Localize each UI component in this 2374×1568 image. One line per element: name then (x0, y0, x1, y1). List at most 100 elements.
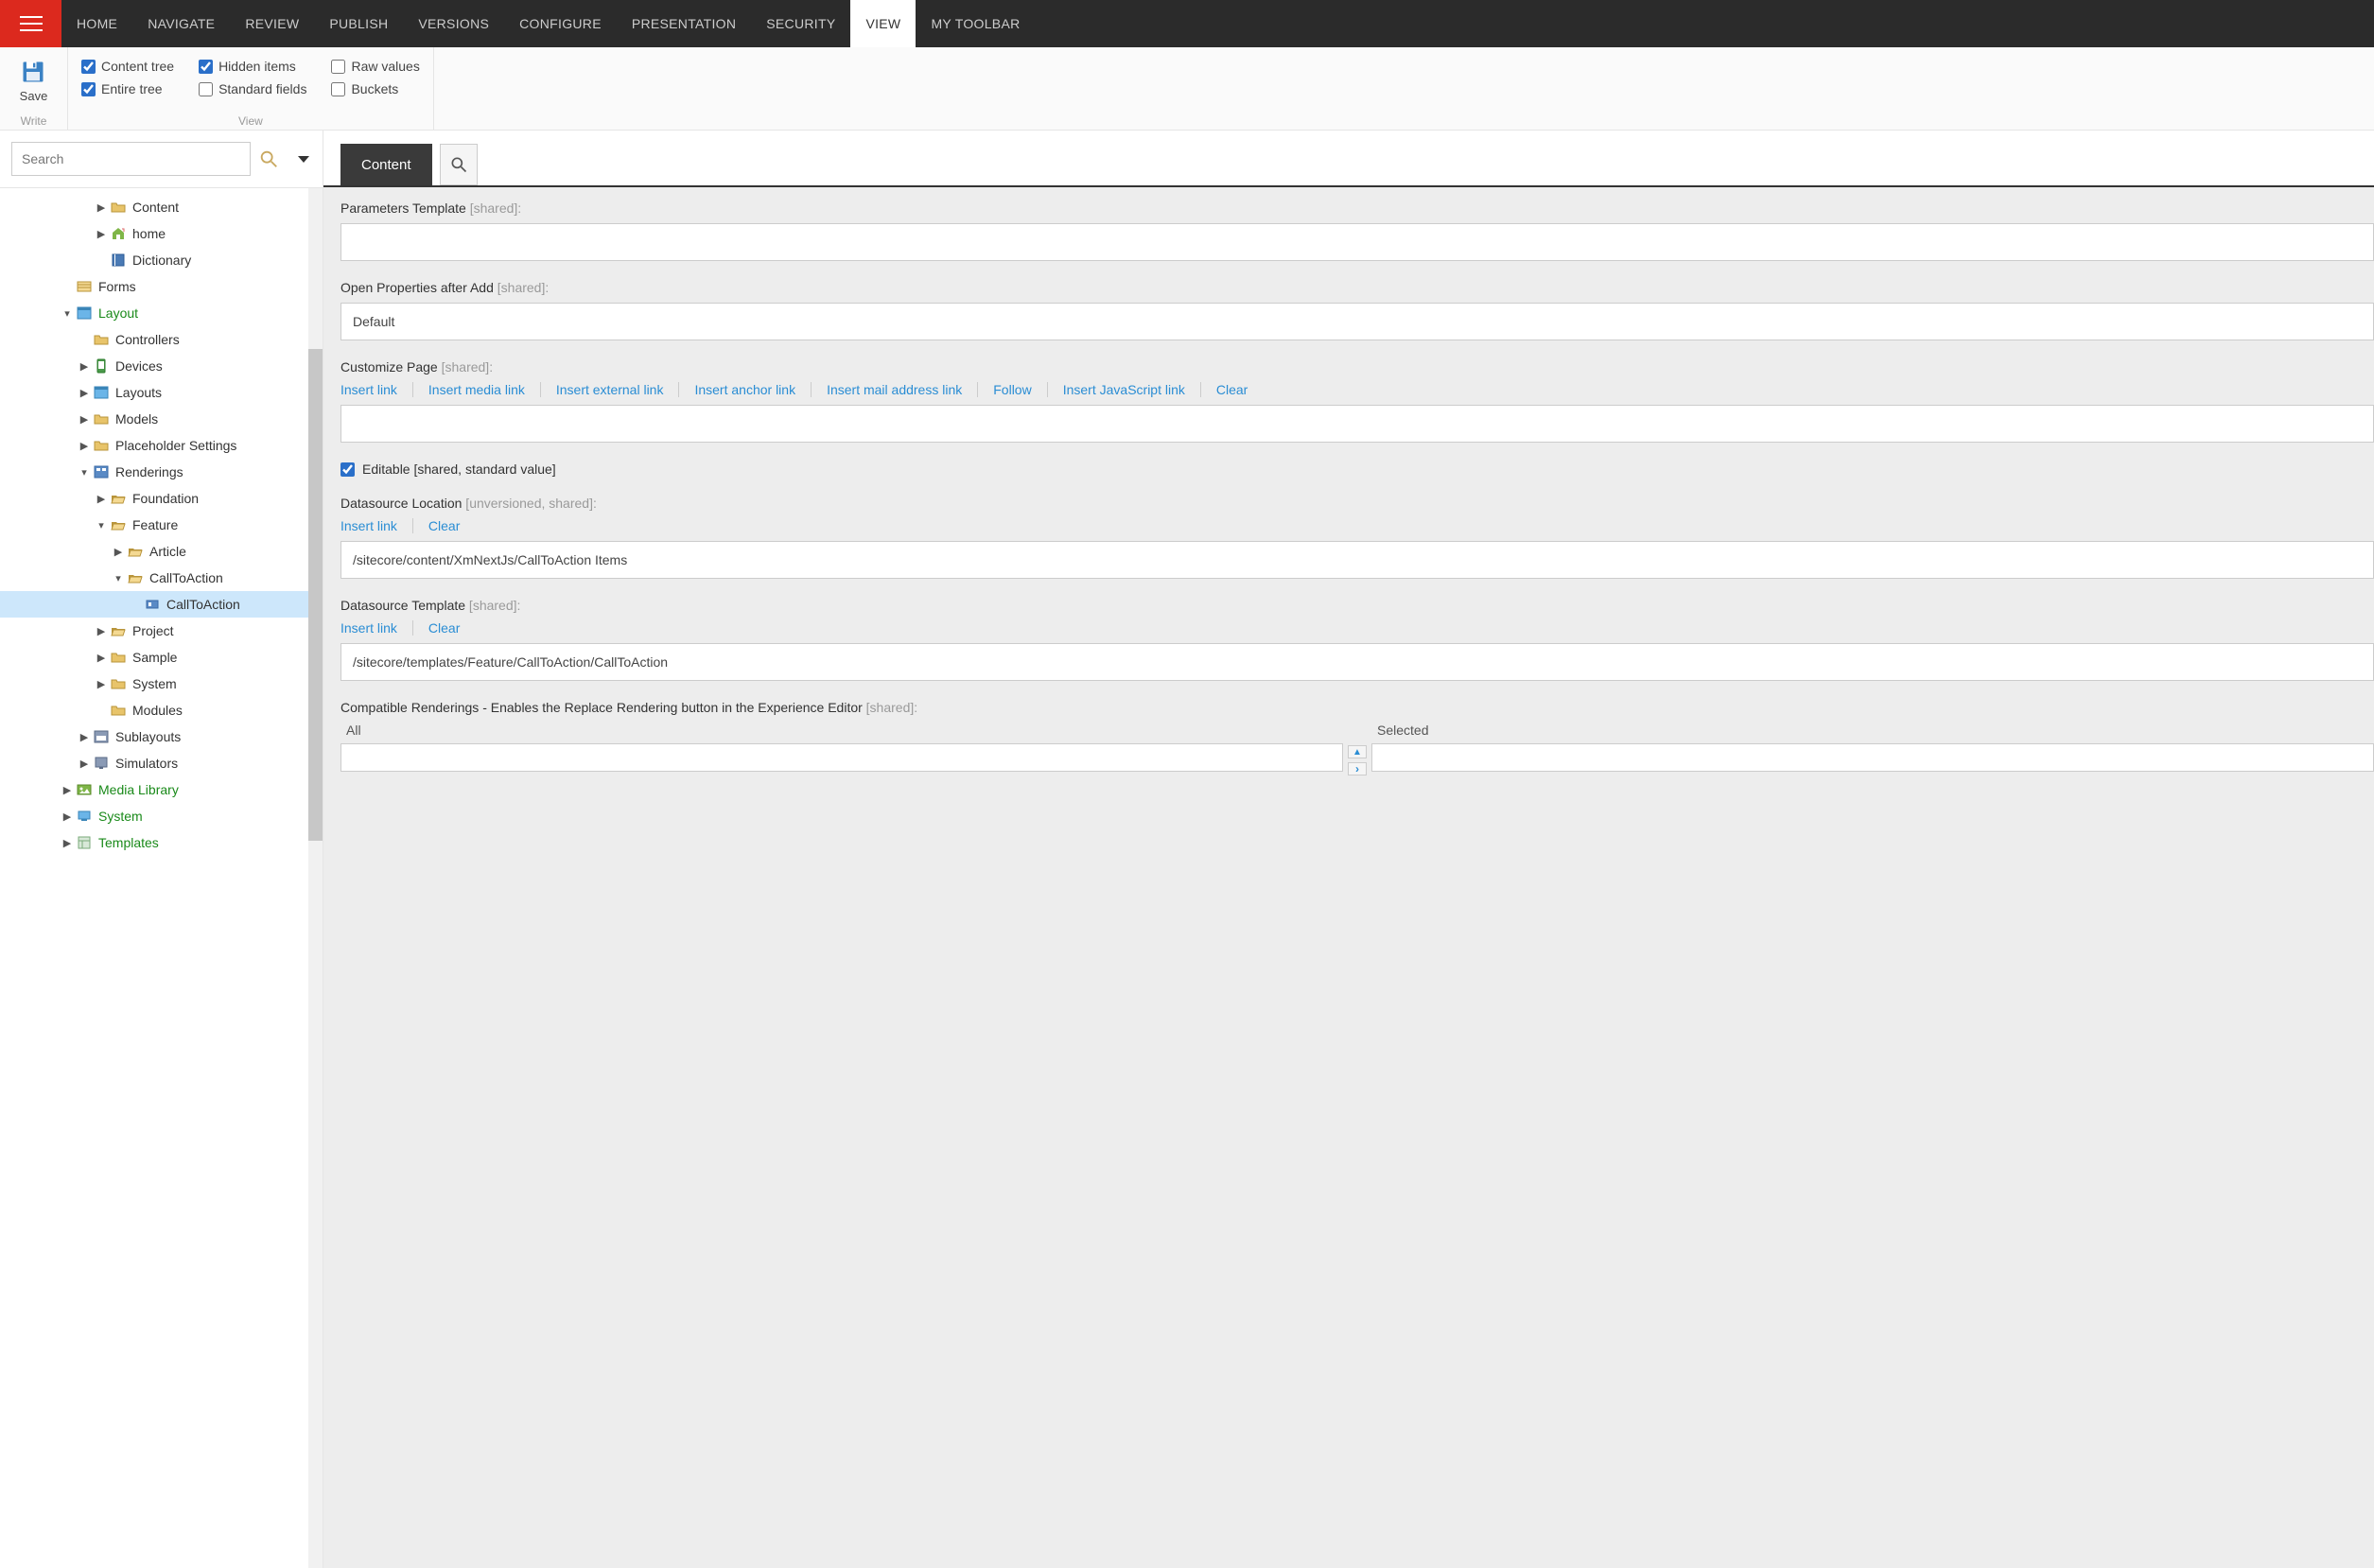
tree-item-templates[interactable]: ▶Templates (0, 829, 323, 856)
tree-item-placeholder-settings[interactable]: ▶Placeholder Settings (0, 432, 323, 459)
customize-page-input[interactable] (340, 405, 2374, 443)
tab-presentation[interactable]: PRESENTATION (617, 0, 751, 47)
tree-item-content[interactable]: ▶Content (0, 194, 323, 220)
tree-item-sublayouts[interactable]: ▶Sublayouts (0, 723, 323, 750)
tree-scrollbar-thumb[interactable] (308, 349, 323, 841)
open-properties-select[interactable]: Default (340, 303, 2374, 340)
tree-item-controllers[interactable]: Controllers (0, 326, 323, 353)
compat-selected-list[interactable] (1371, 743, 2374, 772)
datasource-location-insert-link-link[interactable]: Insert link (340, 518, 413, 533)
datasource-location-input[interactable]: /sitecore/content/XmNextJs/CallToAction … (340, 541, 2374, 579)
tab-navigate[interactable]: NAVIGATE (132, 0, 230, 47)
tree-item-label: System (132, 676, 177, 691)
compat-move-right-button[interactable]: › (1348, 762, 1367, 775)
tree-twisty[interactable]: ▶ (61, 784, 74, 796)
datasource-location-clear-link[interactable]: Clear (413, 518, 475, 533)
tab-security[interactable]: SECURITY (751, 0, 850, 47)
compat-all-list[interactable] (340, 743, 1343, 772)
customize-page-insert-anchor-link-link[interactable]: Insert anchor link (679, 382, 812, 397)
customize-page-insert-external-link-link[interactable]: Insert external link (541, 382, 680, 397)
customize-page-insert-javascript-link-link[interactable]: Insert JavaScript link (1048, 382, 1201, 397)
tree-item-calltoaction[interactable]: ▾CallToAction (0, 565, 323, 591)
check-buckets[interactable]: Buckets (331, 81, 419, 96)
tree-item-models[interactable]: ▶Models (0, 406, 323, 432)
tree-item-system[interactable]: ▶ System (0, 671, 323, 697)
tree-twisty[interactable]: ▶ (78, 413, 91, 426)
parameters-template-input[interactable] (340, 223, 2374, 261)
tree-item-simulators[interactable]: ▶Simulators (0, 750, 323, 776)
check-hidden-items[interactable]: Hidden items (199, 59, 306, 74)
check-raw-values[interactable]: Raw values (331, 59, 419, 74)
customize-page-insert-mail-address-link-link[interactable]: Insert mail address link (812, 382, 978, 397)
content-tree[interactable]: ▶Content▶homeDictionaryForms▾LayoutContr… (0, 188, 323, 1568)
tree-twisty[interactable]: ▾ (78, 466, 91, 479)
tab-content[interactable]: Content (340, 144, 432, 185)
tree-twisty[interactable]: ▶ (61, 810, 74, 823)
tree-item-dictionary[interactable]: Dictionary (0, 247, 323, 273)
field-open-properties: Open Properties after Add [shared]: Defa… (340, 280, 2374, 340)
chevron-down-icon[interactable] (296, 151, 311, 166)
tree-twisty[interactable]: ▶ (78, 387, 91, 399)
device-icon (93, 358, 110, 374)
tree-twisty[interactable]: ▶ (78, 360, 91, 373)
tree-scrollbar-track[interactable] (308, 188, 323, 1568)
tree-twisty[interactable]: ▶ (95, 652, 108, 664)
tree-twisty[interactable]: ▶ (95, 228, 108, 240)
tab-versions[interactable]: VERSIONS (403, 0, 504, 47)
tree-item-forms[interactable]: Forms (0, 273, 323, 300)
tree-item-system[interactable]: ▶System (0, 803, 323, 829)
tree-item-home[interactable]: ▶home (0, 220, 323, 247)
tree-item-media-library[interactable]: ▶Media Library (0, 776, 323, 803)
tree-item-devices[interactable]: ▶Devices (0, 353, 323, 379)
search-input[interactable] (11, 142, 251, 176)
tree-twisty[interactable]: ▶ (95, 493, 108, 505)
tree-item-foundation[interactable]: ▶Foundation (0, 485, 323, 512)
search-icon[interactable] (258, 148, 279, 169)
tree-twisty[interactable]: ▶ (95, 201, 108, 214)
datasource-template-insert-link-link[interactable]: Insert link (340, 620, 413, 636)
tree-twisty[interactable]: ▶ (95, 625, 108, 637)
tree-twisty[interactable]: ▾ (95, 519, 108, 531)
tree-item-project[interactable]: ▶ Project (0, 618, 323, 644)
tree-twisty[interactable]: ▶ (78, 758, 91, 770)
check-content-tree[interactable]: Content tree (81, 59, 174, 74)
tree-twisty[interactable]: ▶ (95, 678, 108, 690)
tree-item-layouts[interactable]: ▶Layouts (0, 379, 323, 406)
tree-twisty[interactable]: ▶ (78, 731, 91, 743)
tree-item-layout[interactable]: ▾Layout (0, 300, 323, 326)
tree-item-article[interactable]: ▶Article (0, 538, 323, 565)
tab-publish[interactable]: PUBLISH (314, 0, 403, 47)
layout-icon (76, 305, 93, 321)
tree-twisty[interactable]: ▶ (78, 440, 91, 452)
tree-item-label: Project (132, 623, 174, 638)
tab-home[interactable]: HOME (61, 0, 132, 47)
tab-configure[interactable]: CONFIGURE (504, 0, 617, 47)
tree-item-calltoaction[interactable]: CallToAction (0, 591, 323, 618)
customize-page-clear-link[interactable]: Clear (1201, 382, 1263, 397)
editor-pane: Content Parameters Template [shared]: Op… (323, 131, 2374, 1568)
check-entire-tree[interactable]: Entire tree (81, 81, 174, 96)
editable-checkbox[interactable] (340, 462, 355, 477)
tree-item-sample[interactable]: ▶Sample (0, 644, 323, 671)
datasource-template-clear-link[interactable]: Clear (413, 620, 475, 636)
tree-twisty[interactable]: ▾ (112, 572, 125, 584)
folder-icon (110, 703, 127, 718)
tree-twisty[interactable]: ▶ (61, 837, 74, 849)
tab-review[interactable]: REVIEW (230, 0, 314, 47)
hamburger-menu-button[interactable] (0, 0, 61, 47)
tree-item-feature[interactable]: ▾Feature (0, 512, 323, 538)
customize-page-insert-link-link[interactable]: Insert link (340, 382, 413, 397)
tree-twisty[interactable]: ▾ (61, 307, 74, 320)
tab-view[interactable]: VIEW (850, 0, 916, 47)
save-button[interactable]: Save (14, 53, 54, 103)
tree-item-modules[interactable]: Modules (0, 697, 323, 723)
check-standard-fields[interactable]: Standard fields (199, 81, 306, 96)
tab-my-toolbar[interactable]: MY TOOLBAR (916, 0, 1035, 47)
tree-twisty[interactable]: ▶ (112, 546, 125, 558)
tree-item-renderings[interactable]: ▾Renderings (0, 459, 323, 485)
customize-page-insert-media-link-link[interactable]: Insert media link (413, 382, 541, 397)
tab-search-button[interactable] (440, 144, 478, 185)
customize-page-follow-link[interactable]: Follow (978, 382, 1047, 397)
compat-up-button[interactable]: ▲ (1348, 745, 1367, 758)
datasource-template-input[interactable]: /sitecore/templates/Feature/CallToAction… (340, 643, 2374, 681)
